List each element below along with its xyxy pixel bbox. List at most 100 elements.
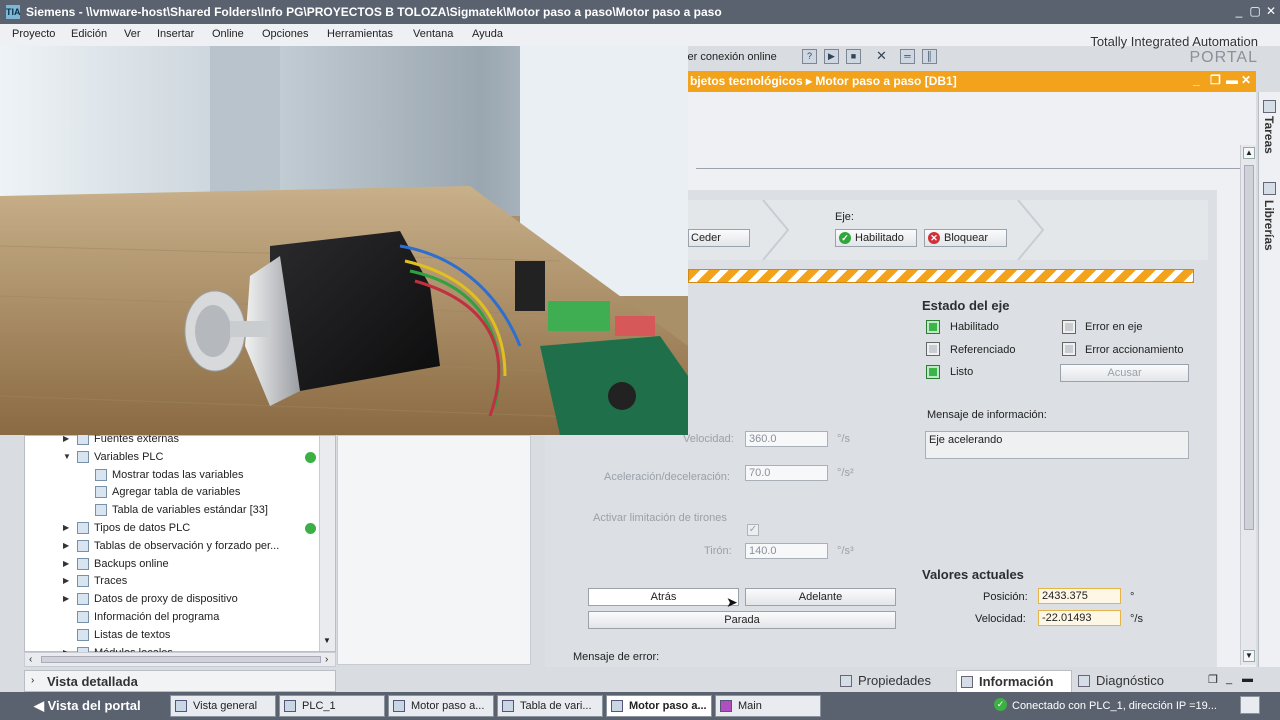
menu-ver[interactable]: Ver bbox=[124, 28, 141, 40]
menu-online[interactable]: Online bbox=[212, 28, 244, 40]
tab-diagnostico[interactable]: Diagnóstico bbox=[1074, 670, 1184, 692]
taskbar-item[interactable]: Motor paso a... bbox=[388, 695, 494, 717]
maximize-icon[interactable]: ▢ bbox=[1248, 4, 1262, 18]
stop-cpu-icon[interactable]: ■ bbox=[846, 49, 861, 64]
tab-informacion-label: Información bbox=[979, 674, 1054, 689]
portal-view-button[interactable]: ◀ Vista del portal bbox=[34, 698, 141, 714]
inspector-minimize-icon[interactable]: _ bbox=[1226, 673, 1232, 685]
tree-item[interactable]: Mostrar todas las variables bbox=[25, 467, 325, 484]
task-cards: Tareas Librerías bbox=[1258, 92, 1280, 667]
folder-icon bbox=[77, 522, 89, 534]
brand-line2: PORTAL bbox=[1189, 49, 1258, 66]
start-cpu-icon[interactable]: ▶ bbox=[824, 49, 839, 64]
librerias-tab[interactable]: Librerías bbox=[1262, 200, 1276, 251]
accessible-devices-icon[interactable]: ? bbox=[802, 49, 817, 64]
ceder-button[interactable]: Ceder bbox=[688, 229, 750, 247]
expand-right-icon[interactable]: ▶ bbox=[63, 434, 69, 443]
menu-insertar[interactable]: Insertar bbox=[157, 28, 194, 40]
acusar-button[interactable]: Acusar bbox=[1060, 364, 1189, 382]
menu-proyecto[interactable]: Proyecto bbox=[12, 28, 55, 40]
tree-item[interactable]: Tabla de variables estándar [33] bbox=[25, 502, 325, 519]
editor-scrollbar[interactable]: ▲ ▼ bbox=[1240, 145, 1256, 665]
taskbar-item[interactable]: PLC_1 bbox=[279, 695, 385, 717]
tree-scrollbar[interactable]: ▼ bbox=[319, 436, 335, 651]
listo-indicator bbox=[926, 365, 940, 379]
editor-restore-icon[interactable]: ❐ bbox=[1210, 73, 1221, 87]
tree-item[interactable]: ▼ Variables PLC bbox=[25, 449, 325, 466]
tree-scroll-down-icon[interactable]: ▼ bbox=[323, 636, 331, 645]
velocidad-input[interactable]: 360.0 bbox=[745, 431, 828, 447]
listo-label: Listo bbox=[950, 366, 974, 378]
tree-item[interactable]: ▶ Tablas de observación y forzado per... bbox=[25, 538, 325, 555]
tiron-unit: °/s³ bbox=[837, 545, 854, 557]
valores-title: Valores actuales bbox=[922, 567, 1024, 582]
expand-right-icon[interactable]: ▶ bbox=[63, 523, 69, 532]
go-online-label[interactable]: cer conexión online bbox=[682, 51, 777, 63]
split-vertical-icon[interactable]: ║ bbox=[922, 49, 937, 64]
adelante-button[interactable]: Adelante bbox=[745, 588, 896, 606]
expand-down-icon[interactable]: ▼ bbox=[63, 452, 71, 461]
aceleracion-input[interactable]: 70.0 bbox=[745, 465, 828, 481]
expand-right-icon[interactable]: ▶ bbox=[63, 541, 69, 550]
aceleracion-label: Aceleración/deceleración: bbox=[604, 471, 730, 483]
habilitado-button[interactable]: ✓ Habilitado bbox=[835, 229, 917, 247]
tree-item[interactable]: Agregar tabla de variables bbox=[25, 484, 325, 501]
commissioning-icon bbox=[611, 700, 623, 712]
taskbar-item[interactable]: Main bbox=[715, 695, 821, 717]
menu-edicion[interactable]: Edición bbox=[71, 28, 107, 40]
tree-item[interactable]: Información del programa bbox=[25, 609, 325, 626]
atras-button[interactable]: Atrás bbox=[588, 588, 739, 606]
tab-informacion[interactable]: Información bbox=[956, 670, 1072, 692]
tree-item[interactable]: ▶ Tipos de datos PLC bbox=[25, 520, 325, 537]
tareas-tab[interactable]: Tareas bbox=[1262, 116, 1276, 154]
expand-right-icon[interactable]: ▶ bbox=[63, 559, 69, 568]
scroll-left-icon[interactable]: ‹ bbox=[29, 654, 32, 665]
tree-hscrollbar[interactable]: ‹ › bbox=[24, 652, 336, 667]
inspector-restore-icon[interactable]: ❐ bbox=[1208, 673, 1218, 686]
menu-opciones[interactable]: Opciones bbox=[262, 28, 308, 40]
camera-overlay-image bbox=[0, 46, 688, 435]
editor-close-icon[interactable]: ✕ bbox=[1241, 73, 1251, 87]
status-overview-icon[interactable] bbox=[1240, 696, 1260, 714]
tree-item[interactable]: ▶ Backups online bbox=[25, 556, 325, 573]
menu-bar: Proyecto Edición Ver Insertar Online Opc… bbox=[0, 24, 1280, 46]
scroll-up-icon[interactable]: ▲ bbox=[1243, 147, 1255, 159]
editor-header: bjetos tecnológicos ▸ Motor paso a paso … bbox=[688, 71, 1256, 92]
tree-item[interactable]: ▶ Traces bbox=[25, 573, 325, 590]
scroll-thumb[interactable] bbox=[1244, 165, 1254, 530]
editor-maximize-icon[interactable]: ▬ bbox=[1226, 73, 1238, 87]
detail-view-bar[interactable]: › Vista detallada bbox=[24, 670, 336, 692]
editor-minimize-icon[interactable]: _ bbox=[1193, 73, 1200, 87]
taskbar-item[interactable]: Vista general bbox=[170, 695, 276, 717]
menu-ayuda[interactable]: Ayuda bbox=[472, 28, 503, 40]
cross-icon[interactable]: ✕ bbox=[874, 49, 889, 64]
menu-ventana[interactable]: Ventana bbox=[413, 28, 453, 40]
taskbar-item-label: Motor paso a... bbox=[411, 700, 485, 712]
parada-button[interactable]: Parada bbox=[588, 611, 896, 629]
tirones-label: Activar limitación de tirones bbox=[593, 512, 727, 524]
overview-icon bbox=[175, 700, 187, 712]
tiron-input[interactable]: 140.0 bbox=[745, 543, 828, 559]
scroll-down-icon[interactable]: ▼ bbox=[1243, 650, 1255, 662]
portal-view-label: Vista del portal bbox=[47, 698, 141, 713]
hscroll-thumb[interactable] bbox=[41, 656, 321, 663]
close-icon[interactable]: ✕ bbox=[1264, 4, 1278, 18]
tirones-checkbox[interactable]: ✓ bbox=[747, 524, 759, 536]
taskbar-item-label: Motor paso a... bbox=[629, 700, 707, 712]
bloquear-button[interactable]: ✕ Bloquear bbox=[924, 229, 1007, 247]
expand-right-icon[interactable]: ▶ bbox=[63, 594, 69, 603]
tree-item[interactable]: Listas de textos bbox=[25, 627, 325, 644]
expand-right-icon[interactable]: ▶ bbox=[63, 576, 69, 585]
scroll-right-icon[interactable]: › bbox=[325, 654, 328, 665]
minimize-icon[interactable]: _ bbox=[1232, 4, 1246, 18]
tree-item[interactable]: ▶ Datos de proxy de dispositivo bbox=[25, 591, 325, 608]
taskbar-item-active[interactable]: Motor paso a... bbox=[606, 695, 712, 717]
inspector-maximize-icon[interactable]: ▬ bbox=[1242, 673, 1253, 685]
menu-herramientas[interactable]: Herramientas bbox=[327, 28, 393, 40]
expand-arrow-icon[interactable]: › bbox=[31, 675, 34, 686]
split-horizontal-icon[interactable]: ═ bbox=[900, 49, 915, 64]
info-icon bbox=[961, 676, 973, 688]
tab-propiedades[interactable]: Propiedades bbox=[836, 670, 954, 692]
error-accionamiento-indicator bbox=[1062, 342, 1076, 356]
taskbar-item[interactable]: Tabla de vari... bbox=[497, 695, 603, 717]
